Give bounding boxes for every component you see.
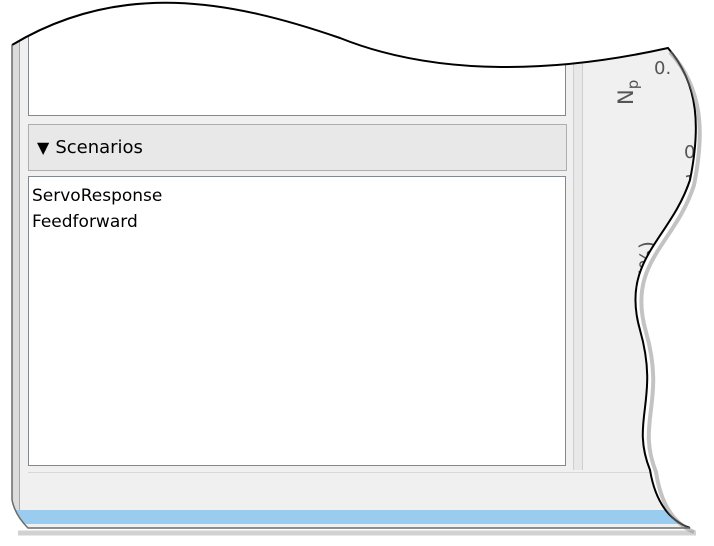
left-window-frame xyxy=(10,0,20,510)
np-tick-partial: 0. xyxy=(654,58,672,79)
np-axis-label-sub: p xyxy=(624,79,643,90)
snipped-screenshot: ▼ Scenarios ServoResponse Feedforward Np… xyxy=(0,0,714,546)
app-window-clip: ▼ Scenarios ServoResponse Feedforward Np… xyxy=(0,0,714,546)
np-axis-label: Np xyxy=(614,80,642,105)
nw-axis-label-unit: (%) xyxy=(636,240,660,278)
scenarios-header-label: Scenarios xyxy=(55,137,143,158)
nw-axis-label-sub: w xyxy=(646,284,665,297)
list-item-scenario-0[interactable]: ServoResponse xyxy=(29,183,565,209)
np-axis-label-main: N xyxy=(614,89,638,105)
upper-list-panel[interactable] xyxy=(28,0,566,116)
scenarios-section-header[interactable]: ▼ Scenarios xyxy=(28,124,567,171)
nw-axis-label-main: N xyxy=(636,296,660,312)
plot-panel: Np 0. 0 1 Nw (%) xyxy=(584,0,714,470)
scenarios-list[interactable]: ServoResponse Feedforward xyxy=(28,176,566,466)
triangle-down-icon[interactable]: ▼ xyxy=(37,138,49,157)
bottom-window-border xyxy=(0,510,714,524)
tick-zero: 0 xyxy=(684,142,696,163)
tick-one: 1 xyxy=(684,172,696,193)
bottom-status-area xyxy=(28,472,708,511)
list-item-scenario-1[interactable]: Feedforward xyxy=(29,209,565,235)
nw-axis-label: Nw (%) xyxy=(636,241,664,312)
panel-splitter[interactable] xyxy=(573,0,583,470)
